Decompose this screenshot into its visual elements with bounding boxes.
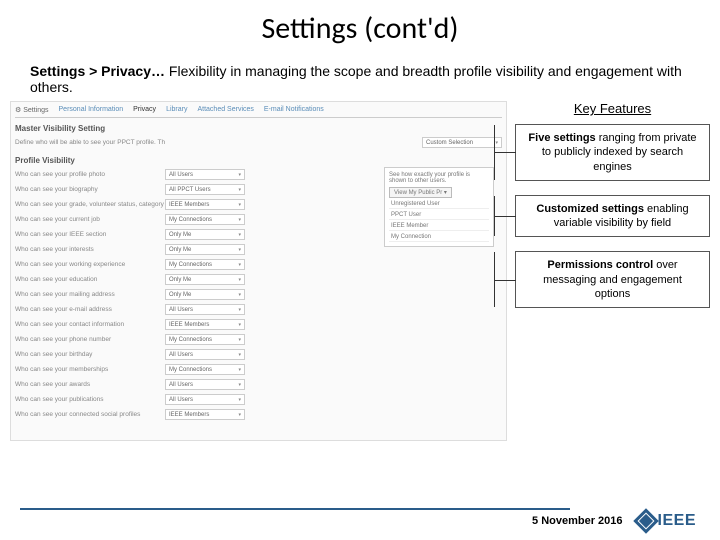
view-public-button[interactable]: View My Public Pr ▾ <box>389 187 452 198</box>
visibility-label: Who can see your current job <box>15 216 165 223</box>
footer: 5 November 2016 IEEE <box>532 512 696 530</box>
visibility-label: Who can see your birthday <box>15 351 165 358</box>
tab-email[interactable]: E-mail Notifications <box>264 106 324 114</box>
key-features-head: Key Features <box>515 101 710 116</box>
visibility-label: Who can see your mailing address <box>15 291 165 298</box>
preview-opt[interactable]: Unregistered User <box>389 200 489 209</box>
preview-opt[interactable]: IEEE Member <box>389 222 489 231</box>
visibility-select[interactable]: IEEE Members <box>165 199 245 210</box>
visibility-row: Who can see your publicationsAll Users <box>15 392 502 407</box>
visibility-select[interactable]: My Connections <box>165 259 245 270</box>
visibility-row: Who can see your e-mail addressAll Users <box>15 302 502 317</box>
settings-tabs: ⚙ Settings Personal Information Privacy … <box>15 106 502 118</box>
visibility-select[interactable]: Only Me <box>165 229 245 240</box>
feature-box: Five settings ranging from private to pu… <box>515 124 710 181</box>
privacy-screenshot: ⚙ Settings Personal Information Privacy … <box>10 101 507 441</box>
slide-title: Settings (cont'd) <box>0 0 720 55</box>
visibility-label: Who can see your interests <box>15 246 165 253</box>
preview-opt[interactable]: PPCT User <box>389 211 489 220</box>
feature-box: Permissions control over messaging and e… <box>515 251 710 308</box>
visibility-label: Who can see your education <box>15 276 165 283</box>
visibility-row: Who can see your connected social profil… <box>15 407 502 422</box>
visibility-row: Who can see your awardsAll Users <box>15 377 502 392</box>
feature-lead: Permissions control <box>547 259 653 271</box>
visibility-select[interactable]: All Users <box>165 169 245 180</box>
preview-box: See how exactly your profile is shown to… <box>384 167 494 247</box>
profile-visibility-head: Profile Visibility <box>15 156 502 165</box>
preview-opt[interactable]: My Connection <box>389 233 489 242</box>
slide-date: 5 November 2016 <box>532 515 623 527</box>
master-visibility-select[interactable]: Custom Selection <box>422 137 502 148</box>
visibility-label: Who can see your phone number <box>15 336 165 343</box>
visibility-select[interactable]: All Users <box>165 379 245 390</box>
visibility-select[interactable]: All PPCT Users <box>165 184 245 195</box>
visibility-label: Who can see your e-mail address <box>15 306 165 313</box>
ieee-diamond-icon <box>633 508 658 533</box>
subtitle: Settings > Privacy… Flexibility in manag… <box>0 55 720 97</box>
tab-attached[interactable]: Attached Services <box>197 106 253 114</box>
visibility-select[interactable]: Only Me <box>165 244 245 255</box>
visibility-label: Who can see your memberships <box>15 366 165 373</box>
subtitle-bold: Settings > Privacy… <box>30 63 165 79</box>
visibility-label: Who can see your grade, volunteer status… <box>15 201 165 208</box>
tab-personal[interactable]: Personal Information <box>59 106 124 114</box>
visibility-label: Who can see your contact information <box>15 321 165 328</box>
visibility-select[interactable]: IEEE Members <box>165 409 245 420</box>
visibility-label: Who can see your profile photo <box>15 171 165 178</box>
footer-rule <box>20 508 570 510</box>
visibility-row: Who can see your educationOnly Me <box>15 272 502 287</box>
ieee-logo: IEEE <box>637 512 696 530</box>
visibility-label: Who can see your IEEE section <box>15 231 165 238</box>
visibility-select[interactable]: All Users <box>165 304 245 315</box>
visibility-label: Who can see your working experience <box>15 261 165 268</box>
ieee-logo-text: IEEE <box>658 512 696 530</box>
visibility-label: Who can see your awards <box>15 381 165 388</box>
feature-lead: Customized settings <box>536 203 644 215</box>
visibility-label: Who can see your biography <box>15 186 165 193</box>
visibility-row: Who can see your contact informationIEEE… <box>15 317 502 332</box>
visibility-label: Who can see your publications <box>15 396 165 403</box>
visibility-select[interactable]: All Users <box>165 394 245 405</box>
tab-library[interactable]: Library <box>166 106 187 114</box>
visibility-select[interactable]: All Users <box>165 349 245 360</box>
visibility-row: Who can see your phone numberMy Connecti… <box>15 332 502 347</box>
feature-lead: Five settings <box>528 132 595 144</box>
feature-box: Customized settings enabling variable vi… <box>515 195 710 238</box>
preview-text: See how exactly your profile is shown to… <box>389 172 489 184</box>
visibility-row: Who can see your membershipsMy Connectio… <box>15 362 502 377</box>
visibility-row: Who can see your working experienceMy Co… <box>15 257 502 272</box>
visibility-row: Who can see your birthdayAll Users <box>15 347 502 362</box>
tab-settings[interactable]: ⚙ Settings <box>15 106 49 114</box>
master-visibility-head: Master Visibility Setting <box>15 124 502 133</box>
visibility-select[interactable]: Only Me <box>165 289 245 300</box>
visibility-select[interactable]: My Connections <box>165 334 245 345</box>
visibility-select[interactable]: My Connections <box>165 214 245 225</box>
visibility-row: Who can see your mailing addressOnly Me <box>15 287 502 302</box>
key-features-column: Key Features Five settings ranging from … <box>515 101 710 441</box>
visibility-label: Who can see your connected social profil… <box>15 411 165 418</box>
visibility-select[interactable]: Only Me <box>165 274 245 285</box>
visibility-select[interactable]: IEEE Members <box>165 319 245 330</box>
master-visibility-sub: Define who will be able to see your PPCT… <box>15 139 165 146</box>
visibility-select[interactable]: My Connections <box>165 364 245 375</box>
tab-privacy[interactable]: Privacy <box>133 106 156 114</box>
